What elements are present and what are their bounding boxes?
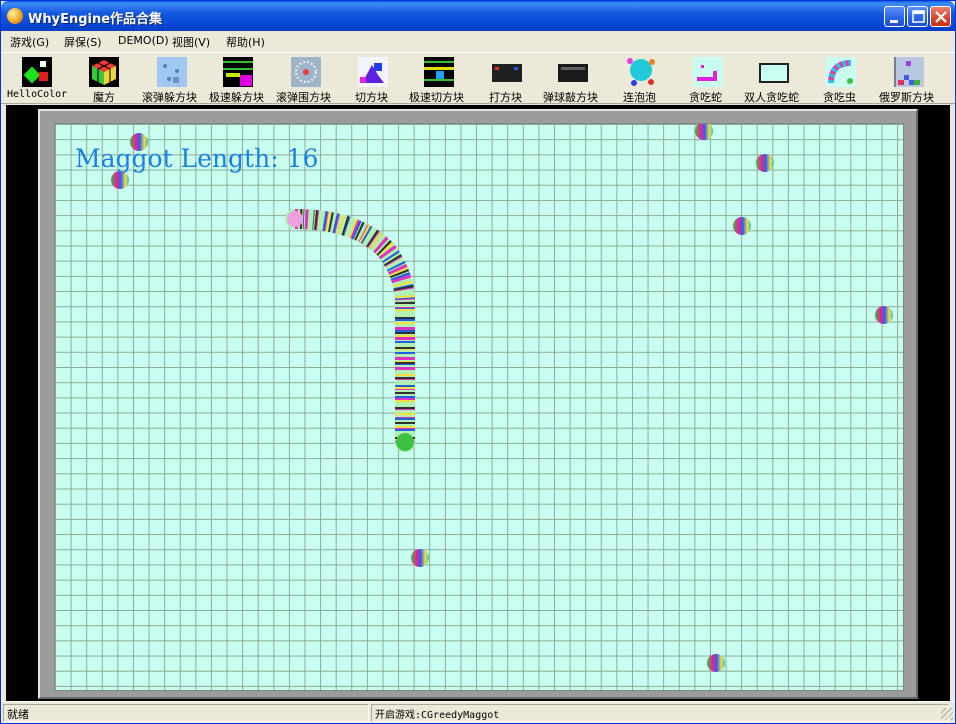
menu-view[interactable]: 视图(V) — [172, 34, 210, 50]
pinball-blocks-icon — [558, 57, 588, 87]
tool-two-player-snake[interactable]: 双人贪吃蛇 — [743, 55, 807, 104]
tool-label: 极速躲方块 — [209, 91, 264, 104]
tool-label: HelloColor — [7, 89, 68, 100]
main-window: WhyEngine作品合集 游戏(G) 屏保(S) DEMO(D) 视图(V) … — [0, 0, 956, 724]
minimize-icon — [890, 20, 898, 23]
tool-label: 打方块 — [489, 91, 522, 104]
tetris-icon — [894, 57, 924, 87]
title-bar[interactable]: WhyEngine作品合集 — [1, 1, 955, 31]
ball-surround-blocks-icon — [291, 57, 321, 87]
food-pellet — [707, 654, 725, 672]
tool-rubiks-cube[interactable]: 魔方 — [87, 55, 123, 104]
maggot-tail — [287, 211, 303, 227]
food-pellet — [695, 124, 713, 140]
connect-bubbles-icon — [626, 57, 656, 87]
food-pellet — [733, 217, 751, 235]
food-pellet — [111, 171, 129, 189]
food-pellet — [411, 549, 429, 567]
menu-bar: 游戏(G) 屏保(S) DEMO(D) 视图(V) 帮助(H) — [1, 31, 955, 51]
close-icon — [935, 11, 947, 23]
rubiks-cube-icon — [89, 57, 119, 87]
food-pellet — [756, 154, 774, 172]
tool-ball-surround-blocks[interactable]: 滚弹围方块 — [275, 55, 339, 104]
game-canvas — [111, 124, 893, 672]
tool-label: 滚弹躲方块 — [142, 91, 197, 104]
tool-label: 贪吃虫 — [823, 91, 856, 104]
menu-game[interactable]: 游戏(G) — [10, 34, 49, 50]
menu-demo[interactable]: DEMO(D) — [118, 34, 169, 47]
status-bar: 就绪 开启游戏:CGreedyMaggot — [1, 701, 955, 723]
tool-hellocolor[interactable]: HelloColor — [5, 55, 71, 103]
maggot-head — [396, 433, 414, 451]
speed-cut-blocks-icon — [424, 57, 454, 87]
game-board[interactable]: Maggot Length: 16 — [54, 123, 904, 691]
tool-pinball-blocks[interactable]: 弹球敲方块 — [541, 55, 607, 104]
tool-label: 连泡泡 — [623, 91, 656, 104]
snake-icon — [693, 57, 723, 87]
status-game-started: 开启游戏:CGreedyMaggot — [371, 704, 949, 722]
tool-speed-dodge-blocks[interactable]: 极速躲方块 — [207, 55, 271, 104]
ball-dodge-blocks-icon — [157, 57, 187, 87]
two-player-snake-icon — [759, 57, 789, 87]
hellocolor-icon — [22, 57, 52, 87]
cut-blocks-icon — [358, 57, 388, 87]
close-button[interactable] — [930, 6, 951, 27]
tool-label: 贪吃蛇 — [689, 91, 722, 104]
app-icon[interactable] — [7, 8, 23, 24]
status-ready: 就绪 — [3, 704, 369, 722]
tool-ball-dodge-blocks[interactable]: 滚弹躲方块 — [141, 55, 203, 104]
tool-speed-cut-blocks[interactable]: 极速切方块 — [407, 55, 473, 104]
board-frame: Maggot Length: 16 — [38, 109, 918, 699]
tool-connect-bubbles[interactable]: 连泡泡 — [621, 55, 663, 104]
tool-hit-blocks[interactable]: 打方块 — [487, 55, 527, 104]
maggot-length-label: Maggot Length: 16 — [75, 144, 319, 173]
tool-snake[interactable]: 贪吃蛇 — [687, 55, 729, 104]
tool-label: 滚弹围方块 — [276, 91, 331, 104]
food-pellets — [111, 124, 893, 672]
maggot — [285, 209, 415, 452]
minimize-button[interactable] — [884, 6, 905, 27]
toolbar: HelloColor 魔方 滚弹躲方块 极速躲方块 滚弹围方块 切方块 极速切方… — [1, 52, 955, 104]
maximize-button[interactable] — [907, 6, 928, 27]
maximize-icon — [912, 10, 925, 23]
tool-greedy-maggot[interactable]: 贪吃虫 — [821, 55, 863, 104]
hit-blocks-icon — [492, 57, 522, 87]
tool-label: 俄罗斯方块 — [879, 91, 934, 104]
menu-help[interactable]: 帮助(H) — [226, 34, 265, 50]
speed-dodge-blocks-icon — [223, 57, 253, 87]
window-title: WhyEngine作品合集 — [28, 12, 163, 27]
tool-label: 切方块 — [355, 91, 388, 104]
tool-cut-blocks[interactable]: 切方块 — [353, 55, 393, 104]
tool-tetris[interactable]: 俄罗斯方块 — [877, 55, 941, 104]
menu-screensaver[interactable]: 屏保(S) — [64, 34, 102, 50]
resize-grip-icon[interactable] — [941, 708, 953, 720]
tool-label: 魔方 — [93, 91, 115, 104]
game-client-area: Maggot Length: 16 — [6, 105, 950, 701]
tool-label: 极速切方块 — [409, 91, 464, 104]
food-pellet — [875, 306, 893, 324]
tool-label: 双人贪吃蛇 — [744, 91, 799, 104]
tool-label: 弹球敲方块 — [543, 91, 598, 104]
greedy-maggot-icon — [826, 57, 856, 87]
